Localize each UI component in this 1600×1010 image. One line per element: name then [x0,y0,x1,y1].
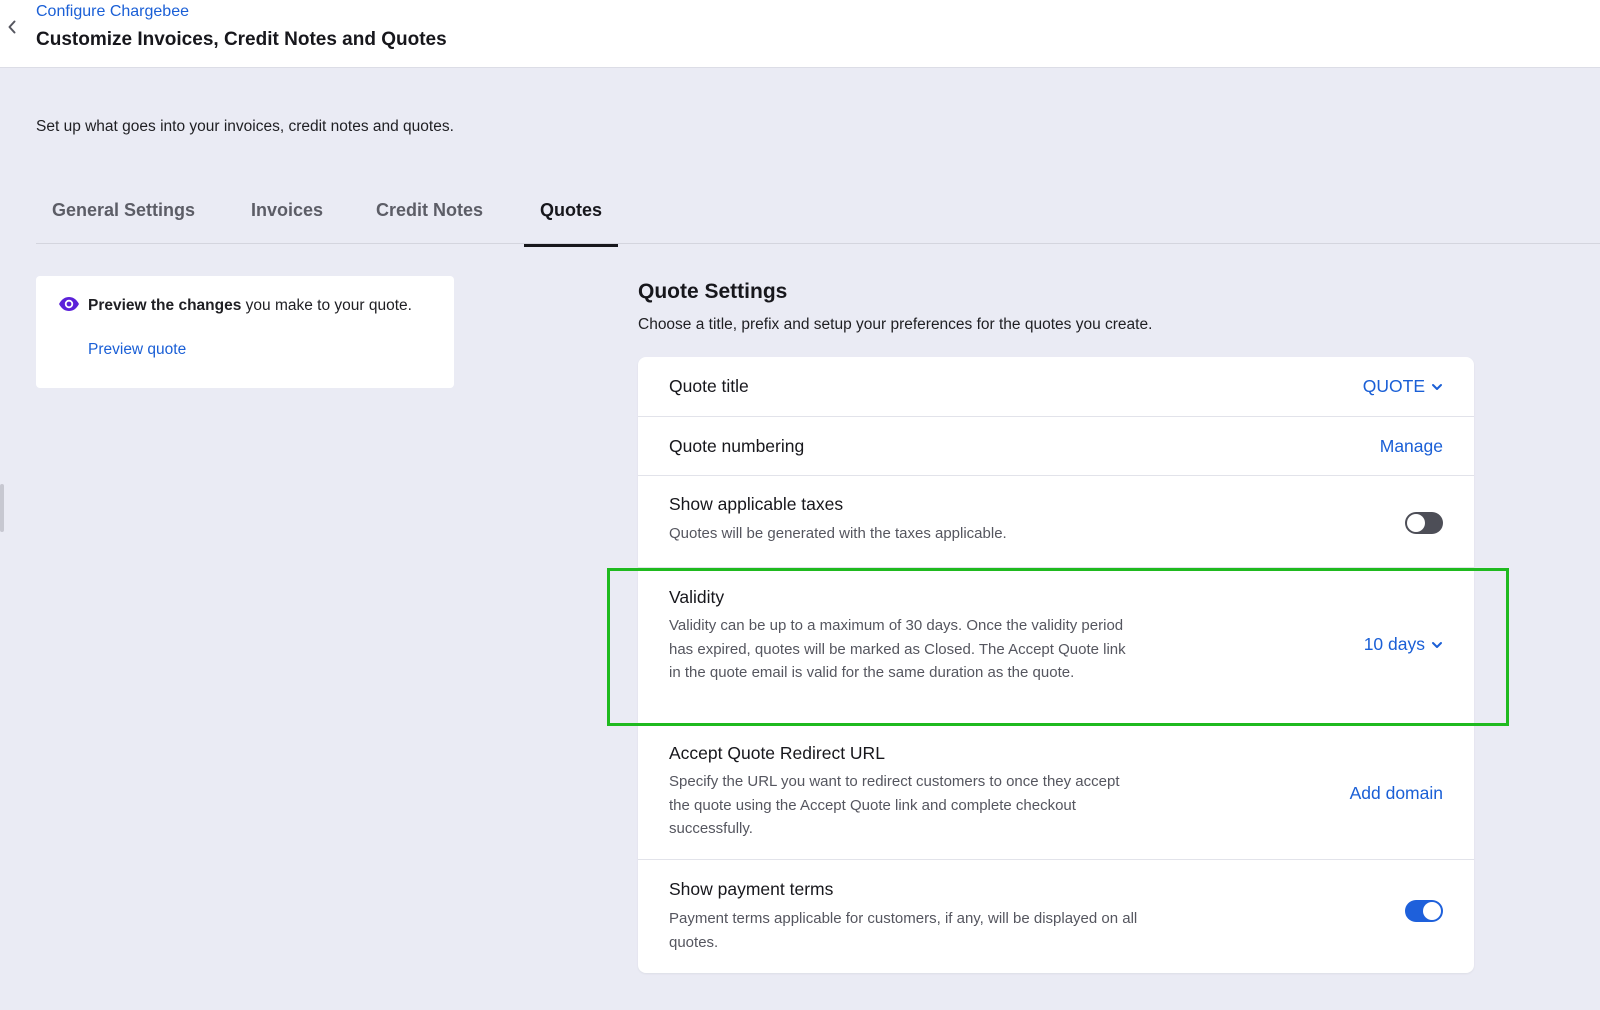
row-description: Payment terms applicable for customers, … [669,910,1138,951]
page-description: Set up what goes into your invoices, cre… [36,118,454,135]
chevron-left-icon [8,20,16,34]
back-button[interactable] [2,16,22,38]
row-description: Specify the URL you want to redirect cus… [669,773,1120,837]
settings-tabs: General Settings Invoices Credit Notes Q… [36,196,1600,247]
tab-general-settings[interactable]: General Settings [52,200,195,244]
quote-title-value: QUOTE [1362,376,1425,396]
row-label: Quote numbering [669,436,805,456]
chevron-down-icon [1432,641,1442,648]
preview-quote-link[interactable]: Preview quote [88,341,186,359]
preview-card: Preview the changes you make to your quo… [36,276,454,388]
preview-message-bold: Preview the changes [88,297,242,314]
row-label: Validity [669,587,725,607]
row-show-applicable-taxes: Show applicable taxes Quotes will be gen… [638,476,1474,568]
row-label: Accept Quote Redirect URL [669,743,885,763]
page-title: Customize Invoices, Credit Notes and Quo… [36,29,447,50]
chevron-down-icon [1432,383,1442,390]
page-header: Configure Chargebee Customize Invoices, … [0,0,1600,68]
row-show-payment-terms: Show payment terms Payment terms applica… [638,860,1474,973]
row-label: Show applicable taxes [669,494,844,514]
row-description: Quotes will be generated with the taxes … [669,525,1007,542]
manage-numbering-link[interactable]: Manage [1380,436,1443,457]
row-accept-quote-redirect-url: Accept Quote Redirect URL Specify the UR… [638,724,1474,860]
row-description: Validity can be up to a maximum of 30 da… [669,617,1126,681]
sidebar-resize-handle[interactable] [0,484,4,532]
taxes-toggle[interactable] [1405,512,1443,534]
quote-title-dropdown[interactable]: QUOTE [1363,376,1443,397]
tab-quotes[interactable]: Quotes [523,200,619,247]
validity-value: 10 days [1363,634,1425,654]
validity-dropdown[interactable]: 10 days [1364,634,1443,655]
row-validity: Validity Validity can be up to a maximum… [638,568,1474,724]
row-label: Show payment terms [669,879,834,899]
quote-settings-subtitle: Choose a title, prefix and setup your pr… [638,316,1153,333]
preview-message-rest: you make to your quote. [241,297,412,314]
row-quote-title: Quote title QUOTE [638,357,1474,417]
tab-credit-notes[interactable]: Credit Notes [376,200,483,244]
toggle-knob [1407,514,1425,532]
eye-icon [59,297,79,311]
row-quote-numbering: Quote numbering Manage [638,417,1474,476]
toggle-knob [1423,902,1441,920]
tab-invoices[interactable]: Invoices [251,200,323,244]
preview-message: Preview the changes you make to your quo… [88,297,412,315]
quote-settings-title: Quote Settings [638,280,788,303]
payment-terms-toggle[interactable] [1405,900,1443,922]
row-label: Quote title [669,376,749,396]
quote-settings-card: Quote title QUOTE Quote numbering Manage… [638,357,1474,973]
add-domain-link[interactable]: Add domain [1350,783,1443,804]
breadcrumb-configure-chargebee[interactable]: Configure Chargebee [36,3,189,21]
